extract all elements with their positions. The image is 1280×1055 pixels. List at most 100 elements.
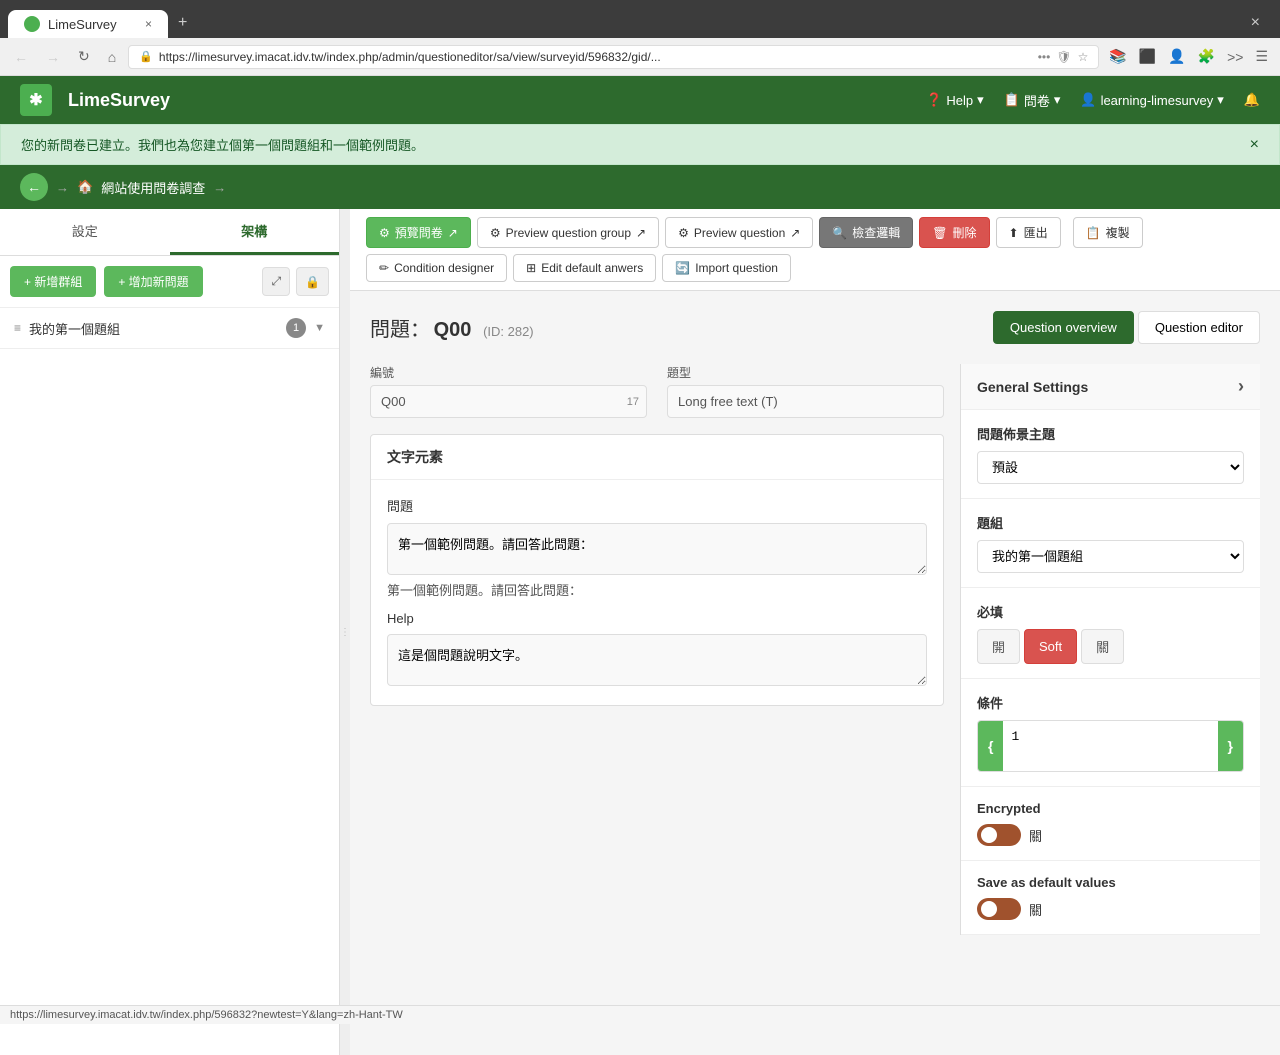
address-bar[interactable]: 🔒 https://limesurvey.imacat.idv.tw/index… [128, 45, 1099, 69]
mandatory-soft-button[interactable]: Soft [1024, 629, 1077, 664]
survey-button[interactable]: 📋 問卷 ▾ [1004, 91, 1061, 110]
condition-close-brace: } [1218, 721, 1243, 771]
new-group-button[interactable]: + 新增群組 [10, 266, 96, 297]
sidebar: 設定 架構 + 新增群組 + 增加新問題 ⤢ 🔒 ≡ 我的第一個題組 1 ▼ [0, 209, 340, 1055]
preview-question-button[interactable]: ⚙ Preview question ↗ [665, 217, 813, 248]
mandatory-label: 必填 [977, 602, 1244, 621]
delete-button[interactable]: 🗑 刪除 [919, 217, 989, 248]
active-tab[interactable]: LimeSurvey × [8, 10, 168, 38]
group-expand-icon[interactable]: ▼ [314, 322, 325, 334]
encrypted-toggle-label: 關 [1029, 826, 1042, 845]
help-textarea[interactable] [387, 634, 927, 686]
code-input-wrap: 17 [370, 385, 647, 418]
tab-settings[interactable]: 設定 [0, 209, 170, 255]
tab-close-button[interactable]: × [145, 17, 152, 31]
add-question-button[interactable]: + 增加新問題 [104, 266, 202, 297]
breadcrumb-survey-name[interactable]: 網站使用問卷調查 [101, 178, 205, 197]
tab-question-editor[interactable]: Question editor [1138, 311, 1260, 344]
account-icon[interactable]: 👤 [1164, 44, 1189, 69]
divider-handle[interactable]: ⋮ [340, 209, 350, 1055]
lock-icon: 🔒 [139, 50, 153, 63]
app-header: ✱ LimeSurvey ❓ Help ▾ 📋 問卷 ▾ 👤 learning-… [0, 76, 1280, 124]
import-question-button[interactable]: 🔄 Import question [662, 254, 791, 282]
extensions-icon[interactable]: 🧩 [1194, 44, 1219, 69]
gear-icon: ⚙ [379, 226, 390, 240]
close-window-button[interactable]: × [1239, 8, 1272, 38]
settings-expand-icon[interactable]: › [1238, 376, 1244, 397]
logic-icon: 🔍 [832, 226, 847, 240]
condition-designer-button[interactable]: ✏ Condition designer [366, 254, 507, 282]
question-tabs: Question overview Question editor [993, 311, 1260, 344]
menu-icon[interactable]: ☰ [1251, 44, 1272, 69]
code-input[interactable] [370, 385, 647, 418]
save-default-toggle-label: 關 [1029, 900, 1042, 919]
export-button[interactable]: ⬆ 匯出 [996, 217, 1061, 248]
question-textarea[interactable] [387, 523, 927, 575]
right-panel: General Settings › 問題佈景主題 預設 題組 [960, 364, 1260, 935]
url-text: https://limesurvey.imacat.idv.tw/index.p… [159, 50, 1032, 64]
forward-button[interactable]: → [40, 45, 66, 69]
home-button[interactable]: ⌂ [102, 45, 122, 69]
question-id: (ID: 282) [483, 324, 534, 339]
preview-survey-button[interactable]: ⚙ 預覽問卷 ↗ [366, 217, 471, 248]
tab-title: LimeSurvey [48, 17, 117, 32]
notification-close-button[interactable]: × [1250, 136, 1259, 154]
refresh-button[interactable]: ↻ [72, 44, 96, 69]
question-form-area: 編號 17 題型 文字元素 [370, 364, 1260, 935]
type-field-group: 題型 [667, 364, 944, 418]
copy-button[interactable]: 📋 複製 [1073, 217, 1143, 248]
user-button[interactable]: 👤 learning-limesurvey ▾ [1080, 92, 1223, 108]
question-text-display: 第一個範例問題。請回答此問題： [387, 580, 927, 599]
main-layout: 設定 架構 + 新增群組 + 增加新問題 ⤢ 🔒 ≡ 我的第一個題組 1 ▼ ⋮… [0, 209, 1280, 1055]
sidebar-icon[interactable]: ⬛ [1135, 44, 1160, 69]
theme-section: 問題佈景主題 預設 [961, 410, 1260, 499]
breadcrumb-bar: ← → 🏠 網站使用問卷調查 → [0, 165, 1280, 209]
question-content: 問題： Q00 (ID: 282) Question overview Ques… [350, 291, 1280, 955]
condition-input[interactable] [1003, 721, 1217, 771]
breadcrumb-sep-icon: → [213, 180, 226, 195]
encrypted-section: Encrypted 關 [961, 787, 1260, 861]
save-default-slider [977, 898, 1021, 920]
survey-icon: 📋 [1004, 92, 1020, 108]
user-chevron-icon: ▾ [1217, 92, 1224, 108]
mandatory-off-button[interactable]: 關 [1081, 629, 1124, 664]
preview-question-group-button[interactable]: ⚙ Preview question group ↗ [477, 217, 659, 248]
condition-open-brace: { [978, 721, 1003, 771]
code-type-row: 編號 17 題型 [370, 364, 944, 418]
type-field-label: 題型 [667, 364, 944, 381]
group-item[interactable]: ≡ 我的第一個題組 1 ▼ [0, 308, 339, 349]
notification-bell-button[interactable]: 🔔 [1244, 92, 1260, 108]
external-link-icon: ↗ [448, 226, 458, 240]
bell-icon: 🔔 [1244, 92, 1260, 108]
mandatory-section: 必填 開 Soft 關 [961, 588, 1260, 679]
help-group: Help [387, 611, 927, 689]
question-prefix: 問題： [370, 319, 430, 341]
theme-select[interactable]: 預設 [977, 451, 1244, 484]
new-tab-button[interactable]: + [168, 8, 197, 38]
tab-favicon [24, 16, 40, 32]
app-logo-text: LimeSurvey [68, 90, 170, 111]
theme-label: 問題佈景主題 [977, 424, 1244, 443]
check-logic-button[interactable]: 🔍 檢查邏輯 [819, 217, 913, 248]
mandatory-on-button[interactable]: 開 [977, 629, 1020, 664]
char-count: 17 [627, 396, 639, 408]
edit-default-answers-button[interactable]: ⊞ Edit default anwers [513, 254, 656, 282]
library-icon[interactable]: 📚 [1105, 44, 1130, 69]
expand-icon-button[interactable]: ⤢ [262, 267, 290, 296]
status-bar: https://limesurvey.imacat.idv.tw/index.p… [0, 1005, 1280, 1024]
tab-structure[interactable]: 架構 [170, 209, 340, 255]
mandatory-toggle-group: 開 Soft 關 [977, 629, 1244, 664]
code-field-group: 編號 17 [370, 364, 647, 418]
help-button[interactable]: ❓ Help ▾ [926, 92, 983, 108]
sidebar-toggle-button[interactable]: ← [20, 173, 48, 201]
group-select[interactable]: 我的第一個題組 [977, 540, 1244, 573]
help-icon: ❓ [926, 92, 942, 108]
encrypted-toggle[interactable] [977, 824, 1021, 846]
back-button[interactable]: ← [8, 45, 34, 69]
tab-question-overview[interactable]: Question overview [993, 311, 1134, 344]
group-section: 題組 我的第一個題組 [961, 499, 1260, 588]
more-tools-icon[interactable]: >> [1223, 44, 1247, 69]
save-default-toggle[interactable] [977, 898, 1021, 920]
settings-header: General Settings › [961, 364, 1260, 410]
lock-icon-button[interactable]: 🔒 [296, 267, 329, 296]
